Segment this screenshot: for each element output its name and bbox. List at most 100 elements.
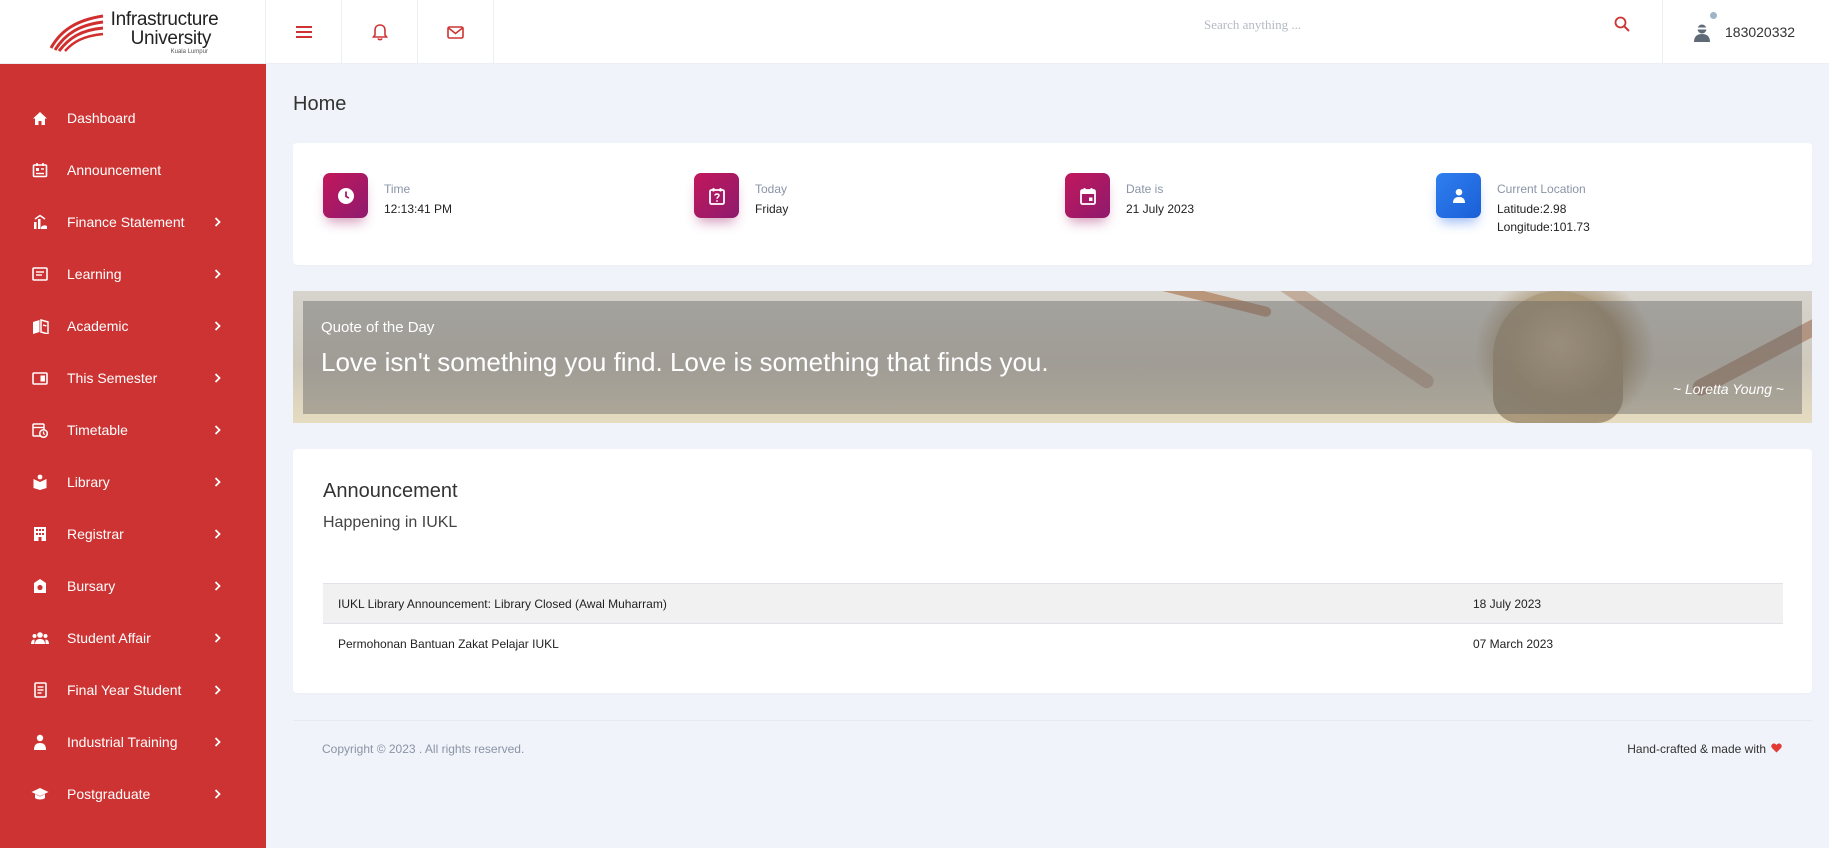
person-icon: [1452, 188, 1465, 203]
announcement-table: IUKL Library Announcement: Library Close…: [323, 583, 1783, 664]
chevron-right-icon: [212, 789, 222, 799]
longitude-value: Longitude:101.73: [1497, 220, 1590, 234]
sidebar-item-timetable[interactable]: Timetable: [0, 408, 266, 452]
announcement-row-date: 07 March 2023: [1473, 636, 1554, 651]
stat-badge: [1436, 173, 1481, 218]
logo[interactable]: Infrastructure University Kuala Lumpur: [0, 0, 266, 64]
chevron-right-icon: [212, 737, 222, 747]
sidebar: Dashboard Announcement Finance Statement…: [0, 64, 266, 848]
calendar-question-icon: [708, 187, 725, 205]
chevron-right-icon: [212, 477, 222, 487]
announcement-title: Announcement: [323, 480, 458, 502]
chevron-right-icon: [212, 685, 222, 695]
learning-icon: [31, 265, 49, 283]
quote-author: ~ Loretta Young ~: [1672, 381, 1784, 397]
online-status-dot: [1710, 12, 1717, 19]
sidebar-item-label: Final Year Student: [67, 682, 182, 698]
sidebar-item-label: Dashboard: [67, 110, 136, 126]
menu-toggle-button[interactable]: [266, 0, 342, 64]
table-row[interactable]: Permohonan Bantuan Zakat Pelajar IUKL 07…: [323, 623, 1783, 664]
notifications-button[interactable]: [342, 0, 418, 64]
sidebar-item-label: This Semester: [67, 370, 158, 386]
home-icon: [31, 109, 49, 127]
footer-divider: [293, 720, 1812, 721]
quote-heading: Quote of the Day: [321, 319, 435, 336]
logo-line-1: Infrastructure: [110, 8, 219, 30]
chevron-right-icon: [212, 529, 222, 539]
sidebar-item-postgraduate[interactable]: Postgraduate: [0, 772, 266, 816]
top-bar: Infrastructure University Kuala Lumpur S…: [0, 0, 1829, 64]
user-menu[interactable]: 183020332: [1662, 0, 1829, 64]
chevron-right-icon: [212, 633, 222, 643]
quote-overlay: Quote of the Day Love isn't something yo…: [303, 301, 1802, 414]
search-button[interactable]: [1614, 16, 1630, 37]
made-with-text: Hand-crafted & made with: [1627, 742, 1782, 756]
sidebar-item-industrial-training[interactable]: Industrial Training: [0, 720, 266, 764]
heart-icon: [1771, 742, 1782, 756]
made-with-label: Hand-crafted & made with: [1627, 742, 1766, 756]
sidebar-item-label: Postgraduate: [67, 786, 151, 802]
finance-icon: [31, 213, 49, 231]
library-icon: [31, 473, 49, 491]
stat-badge: [1065, 173, 1110, 218]
academic-icon: [31, 317, 49, 335]
sidebar-item-student-affair[interactable]: Student Affair: [0, 616, 266, 660]
sidebar-item-announcement[interactable]: Announcement: [0, 148, 266, 192]
sidebar-item-label: Bursary: [67, 578, 116, 594]
sidebar-item-this-semester[interactable]: This Semester: [0, 356, 266, 400]
final-year-icon: [31, 681, 49, 699]
copyright-text: Copyright © 2023 . All rights reserved.: [322, 742, 525, 756]
clock-icon: [337, 187, 354, 204]
sidebar-item-library[interactable]: Library: [0, 460, 266, 504]
sidebar-item-learning[interactable]: Learning: [0, 252, 266, 296]
sidebar-item-registrar[interactable]: Registrar: [0, 512, 266, 556]
announcement-icon: [31, 161, 49, 179]
sidebar-item-finance-statement[interactable]: Finance Statement: [0, 200, 266, 244]
semester-icon: [31, 369, 49, 387]
announcement-row-date: 18 July 2023: [1473, 596, 1542, 611]
sidebar-item-final-year-student[interactable]: Final Year Student: [0, 668, 266, 712]
postgraduate-icon: [31, 785, 49, 803]
announcement-row-title[interactable]: IUKL Library Announcement: Library Close…: [323, 584, 1458, 624]
chevron-right-icon: [212, 217, 222, 227]
student-affair-icon: [31, 629, 49, 647]
sidebar-item-label: Library: [67, 474, 110, 490]
chevron-right-icon: [212, 425, 222, 435]
mail-icon: [447, 25, 464, 39]
timetable-icon: [31, 421, 49, 439]
search-icon: [1614, 16, 1630, 32]
quote-text: Love isn't something you find. Love is s…: [321, 347, 1049, 377]
stat-label: Current Location: [1497, 182, 1586, 196]
quote-of-the-day-banner: Quote of the Day Love isn't something yo…: [293, 291, 1812, 423]
industrial-training-icon: [31, 733, 49, 751]
sidebar-item-label: Registrar: [67, 526, 124, 542]
search-bar: [1190, 8, 1630, 48]
stat-value: 21 July 2023: [1126, 202, 1195, 216]
stat-badge: [694, 173, 739, 218]
sidebar-item-academic[interactable]: Academic: [0, 304, 266, 348]
logo-line-3: Kuala Lumpur: [170, 48, 208, 55]
sidebar-item-label: Announcement: [67, 162, 162, 178]
messages-button[interactable]: [418, 0, 494, 64]
sidebar-item-dashboard[interactable]: Dashboard: [0, 96, 266, 140]
sidebar-item-label: Student Affair: [67, 630, 151, 646]
user-id: 183020332: [1725, 24, 1796, 40]
stat-label: Today: [755, 182, 788, 196]
sidebar-item-bursary[interactable]: Bursary: [0, 564, 266, 608]
university-logo-icon: [49, 14, 103, 52]
chevron-right-icon: [212, 269, 222, 279]
sidebar-item-label: Academic: [67, 318, 129, 334]
announcement-row-title[interactable]: Permohonan Bantuan Zakat Pelajar IUKL: [323, 624, 1458, 664]
stat-value: Latitude:2.98 Longitude:101.73: [1497, 200, 1590, 236]
sidebar-item-label: Timetable: [67, 422, 128, 438]
search-input[interactable]: [1204, 12, 1564, 38]
bursary-icon: [31, 577, 49, 595]
sidebar-item-label: Industrial Training: [67, 734, 178, 750]
chevron-right-icon: [212, 373, 222, 383]
page-title: Home: [293, 93, 347, 115]
stat-badge: [323, 173, 368, 218]
stat-label: Time: [384, 182, 411, 196]
latitude-value: Latitude:2.98: [1497, 202, 1567, 216]
table-row[interactable]: IUKL Library Announcement: Library Close…: [323, 583, 1783, 624]
stat-value: 12:13:41 PM: [384, 202, 453, 216]
